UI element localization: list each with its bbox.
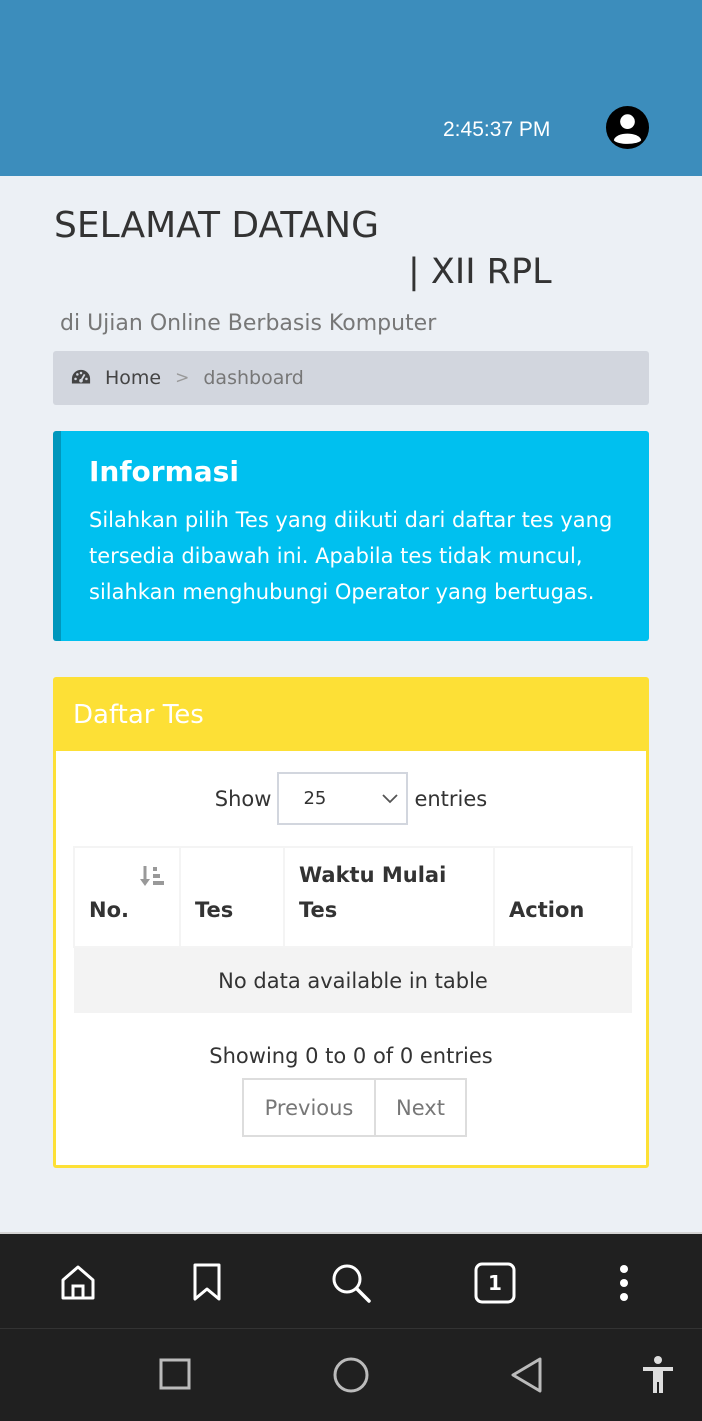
column-header-no[interactable]: No. xyxy=(73,846,181,948)
home-icon[interactable] xyxy=(58,1262,98,1302)
next-button[interactable]: Next xyxy=(376,1078,467,1137)
column-header-action[interactable]: Action xyxy=(493,846,633,948)
browser-toolbar: 1 xyxy=(0,1232,702,1328)
breadcrumb-separator: > xyxy=(175,368,190,388)
tab-count: 1 xyxy=(488,1271,502,1295)
chevron-down-icon xyxy=(382,793,399,803)
breadcrumb-current: dashboard xyxy=(203,367,304,389)
panel-title: Daftar Tes xyxy=(56,680,646,751)
dashboard-icon xyxy=(71,369,91,384)
page-size-value: 25 xyxy=(303,788,327,809)
callout-body: Silahkan pilih Tes yang diikuti dari daf… xyxy=(89,508,613,604)
table-row: No data available in table xyxy=(74,947,632,1013)
clock: 2:45:37 PM xyxy=(443,118,551,141)
home-circle-icon[interactable] xyxy=(331,1355,371,1395)
column-header-waktu[interactable]: Waktu Mulai Tes xyxy=(283,846,495,948)
sort-icon xyxy=(140,866,164,886)
recent-apps-icon[interactable] xyxy=(158,1357,192,1391)
page-length-control: Show 25 entries xyxy=(56,772,646,825)
empty-message: No data available in table xyxy=(74,947,632,1013)
pagination: Previous Next xyxy=(242,1078,467,1137)
more-icon[interactable] xyxy=(614,1262,634,1304)
column-header-tes[interactable]: Tes xyxy=(179,846,285,948)
previous-button[interactable]: Previous xyxy=(242,1078,376,1137)
callout-title: Informasi xyxy=(89,455,239,488)
info-callout: Informasi Silahkan pilih Tes yang diikut… xyxy=(53,431,649,641)
user-avatar-icon[interactable] xyxy=(605,105,650,150)
breadcrumb: Home > dashboard xyxy=(53,351,649,405)
table-info: Showing 0 to 0 of 0 entries xyxy=(209,1044,493,1068)
page-title: SELAMAT DATANG xyxy=(54,205,380,246)
back-icon[interactable] xyxy=(508,1355,544,1395)
test-table: No. Tes Waktu Mulai Tes Action No data a… xyxy=(73,846,633,1013)
accessibility-icon[interactable] xyxy=(640,1355,676,1395)
system-navigation-bar xyxy=(0,1328,702,1421)
entries-label: entries xyxy=(414,786,488,811)
search-icon[interactable] xyxy=(330,1262,372,1304)
page-subtitle: di Ujian Online Berbasis Komputer xyxy=(60,311,437,336)
test-list-panel: Daftar Tes Show 25 entries No. Tes Waktu… xyxy=(53,677,649,1168)
show-label: Show xyxy=(214,786,272,811)
page-size-select[interactable]: 25 xyxy=(277,772,409,825)
top-header: 2:45:37 PM xyxy=(0,0,702,176)
class-label: | XII RPL xyxy=(408,252,552,292)
breadcrumb-home[interactable]: Home xyxy=(105,367,161,389)
bookmark-icon[interactable] xyxy=(190,1262,224,1302)
